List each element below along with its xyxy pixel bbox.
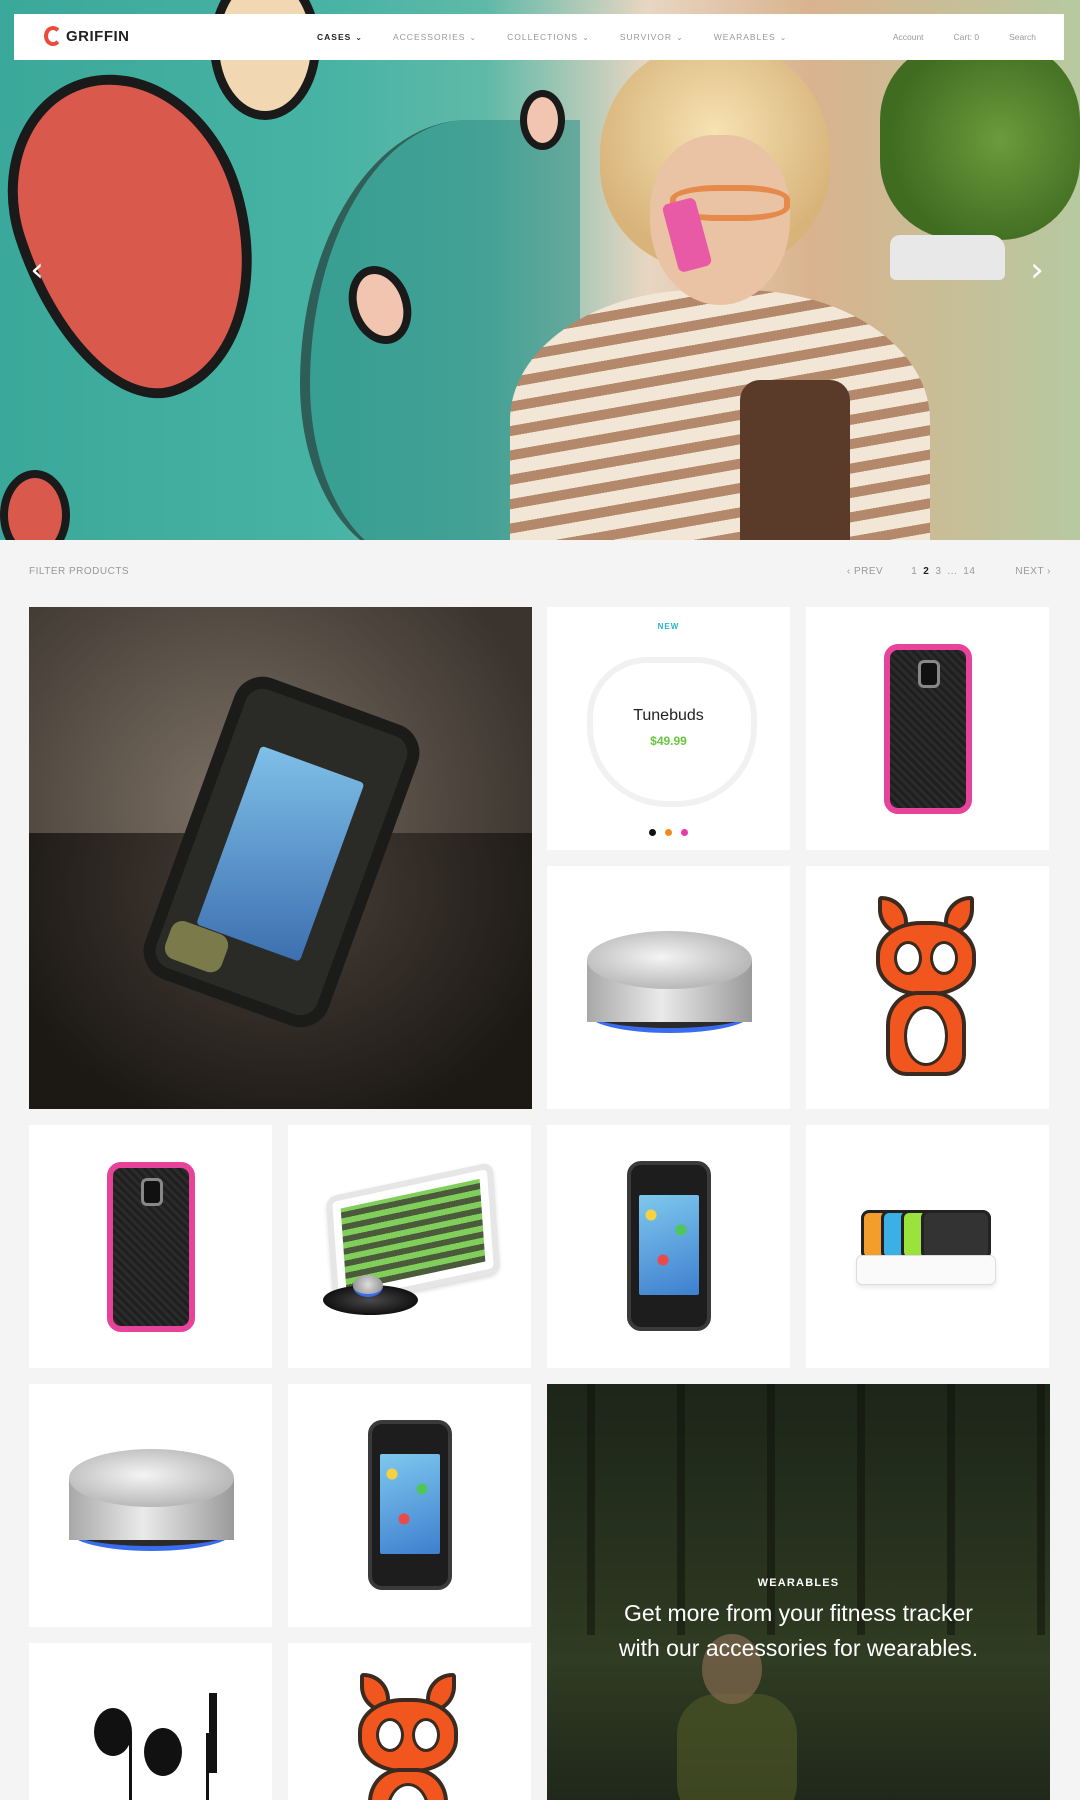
cart-link[interactable]: Cart: 0: [954, 32, 980, 42]
chevron-down-icon: ⌄: [676, 32, 684, 42]
pagination: ‹ PREV 1 2 3 ... 14 NEXT ›: [847, 566, 1051, 577]
prev-page-button[interactable]: ‹ PREV: [847, 566, 883, 577]
product-card-iphone-case[interactable]: [547, 1125, 790, 1368]
nav-item-label: ACCESSORIES: [393, 32, 466, 42]
product-image: [358, 1673, 458, 1800]
next-label: NEXT: [1015, 566, 1044, 577]
nav-item-accessories[interactable]: ACCESSORIES ⌄: [393, 32, 477, 42]
griffin-logo[interactable]: GRIFFIN: [44, 26, 130, 46]
page-link-current[interactable]: 2: [923, 566, 929, 577]
color-swatches: [547, 829, 790, 836]
nav-item-wearables[interactable]: WEARABLES ⌄: [714, 32, 788, 42]
product-card-galaxy-case[interactable]: [29, 1125, 272, 1368]
product-image: [368, 1420, 452, 1590]
product-image: [587, 931, 752, 1041]
griffin-logo-icon: [44, 26, 62, 46]
product-card-iphone-case[interactable]: [288, 1384, 531, 1627]
promo-headline-line: Get more from your fitness tracker: [624, 1600, 973, 1626]
chevron-down-icon: ⌄: [582, 32, 590, 42]
product-image: [69, 1449, 234, 1559]
product-card-tunebuds[interactable]: NEW Tunebuds $49.99: [547, 607, 790, 850]
chevron-left-icon[interactable]: ‹: [22, 253, 52, 287]
new-badge: NEW: [657, 622, 680, 631]
product-card-speaker[interactable]: [547, 866, 790, 1109]
color-swatch-orange[interactable]: [665, 829, 672, 836]
main-nav: CASES ⌄ ACCESSORIES ⌄ COLLECTIONS ⌄ SURV…: [317, 14, 817, 60]
nav-item-survivor[interactable]: SURVIVOR ⌄: [620, 32, 684, 42]
page-ellipsis: ...: [947, 566, 958, 577]
next-page-button[interactable]: NEXT ›: [1015, 566, 1051, 577]
hero-woman-on-phone: [500, 40, 940, 540]
product-card-speaker[interactable]: [29, 1384, 272, 1627]
page-numbers: 1 2 3 ... 14: [911, 566, 975, 577]
page-link[interactable]: 1: [911, 566, 917, 577]
product-card-galaxy-case[interactable]: [806, 607, 1049, 850]
utility-nav: Account Cart: 0 Search: [893, 14, 1036, 60]
product-card-ipad-stand[interactable]: [288, 1125, 531, 1368]
nav-item-label: WEARABLES: [713, 32, 776, 42]
hero-banner: ‹ ›: [0, 0, 1080, 540]
product-name: Tunebuds: [633, 707, 704, 724]
page-link[interactable]: 3: [935, 566, 941, 577]
product-image: [884, 644, 972, 814]
product-card-fox-case[interactable]: [288, 1643, 531, 1800]
product-card-fox-case[interactable]: [806, 866, 1049, 1109]
chevron-right-icon: ›: [1043, 566, 1051, 577]
filter-bar: FILTER PRODUCTS ‹ PREV 1 2 3 ... 14 NEXT…: [29, 566, 1051, 580]
promo-headline: Get more from your fitness tracker with …: [547, 1596, 1050, 1666]
top-navbar: GRIFFIN CASES ⌄ ACCESSORIES ⌄ COLLECTION…: [14, 14, 1064, 60]
chevron-down-icon: ⌄: [355, 32, 363, 42]
filter-products-button[interactable]: FILTER PRODUCTS: [29, 566, 129, 577]
promo-card-wearables[interactable]: WEARABLES Get more from your fitness tra…: [547, 1384, 1050, 1800]
nav-item-collections[interactable]: COLLECTIONS ⌄: [507, 32, 590, 42]
chevron-down-icon: ⌄: [469, 32, 478, 42]
promo-overlay: [547, 1384, 1050, 1800]
promo-label: WEARABLES: [757, 1577, 840, 1589]
product-image: [627, 1161, 711, 1331]
prev-label: PREV: [854, 566, 884, 577]
nav-item-label: COLLECTIONS: [507, 32, 579, 42]
nav-item-cases[interactable]: CASES ⌄: [317, 32, 363, 42]
product-image: [876, 896, 976, 1076]
account-link[interactable]: Account: [893, 32, 924, 42]
product-card-survivor-camo-iphone[interactable]: [29, 607, 532, 1109]
hero-mural: [0, 470, 70, 540]
chevron-right-icon[interactable]: ›: [1022, 253, 1052, 287]
logo-text: GRIFFIN: [66, 27, 130, 45]
earbuds-image: [587, 657, 757, 807]
product-card-charging-dock[interactable]: [806, 1125, 1049, 1368]
product-image: [69, 1693, 239, 1800]
product-image: [846, 1210, 1011, 1290]
chevron-left-icon: ‹: [846, 566, 854, 577]
nav-item-label: CASES: [317, 32, 352, 42]
stand-knob: [353, 1275, 383, 1297]
search-link[interactable]: Search: [1009, 32, 1036, 42]
product-price: $49.99: [650, 734, 687, 748]
product-card-earbuds[interactable]: [29, 1643, 272, 1800]
color-swatch-pink[interactable]: [681, 829, 688, 836]
product-image: [107, 1162, 195, 1332]
chevron-down-icon: ⌄: [779, 32, 788, 42]
page-link[interactable]: 14: [963, 566, 975, 577]
promo-headline-line: with our accessories for wearables.: [618, 1635, 979, 1661]
nav-item-label: SURVIVOR: [619, 32, 673, 42]
color-swatch-black[interactable]: [649, 829, 656, 836]
